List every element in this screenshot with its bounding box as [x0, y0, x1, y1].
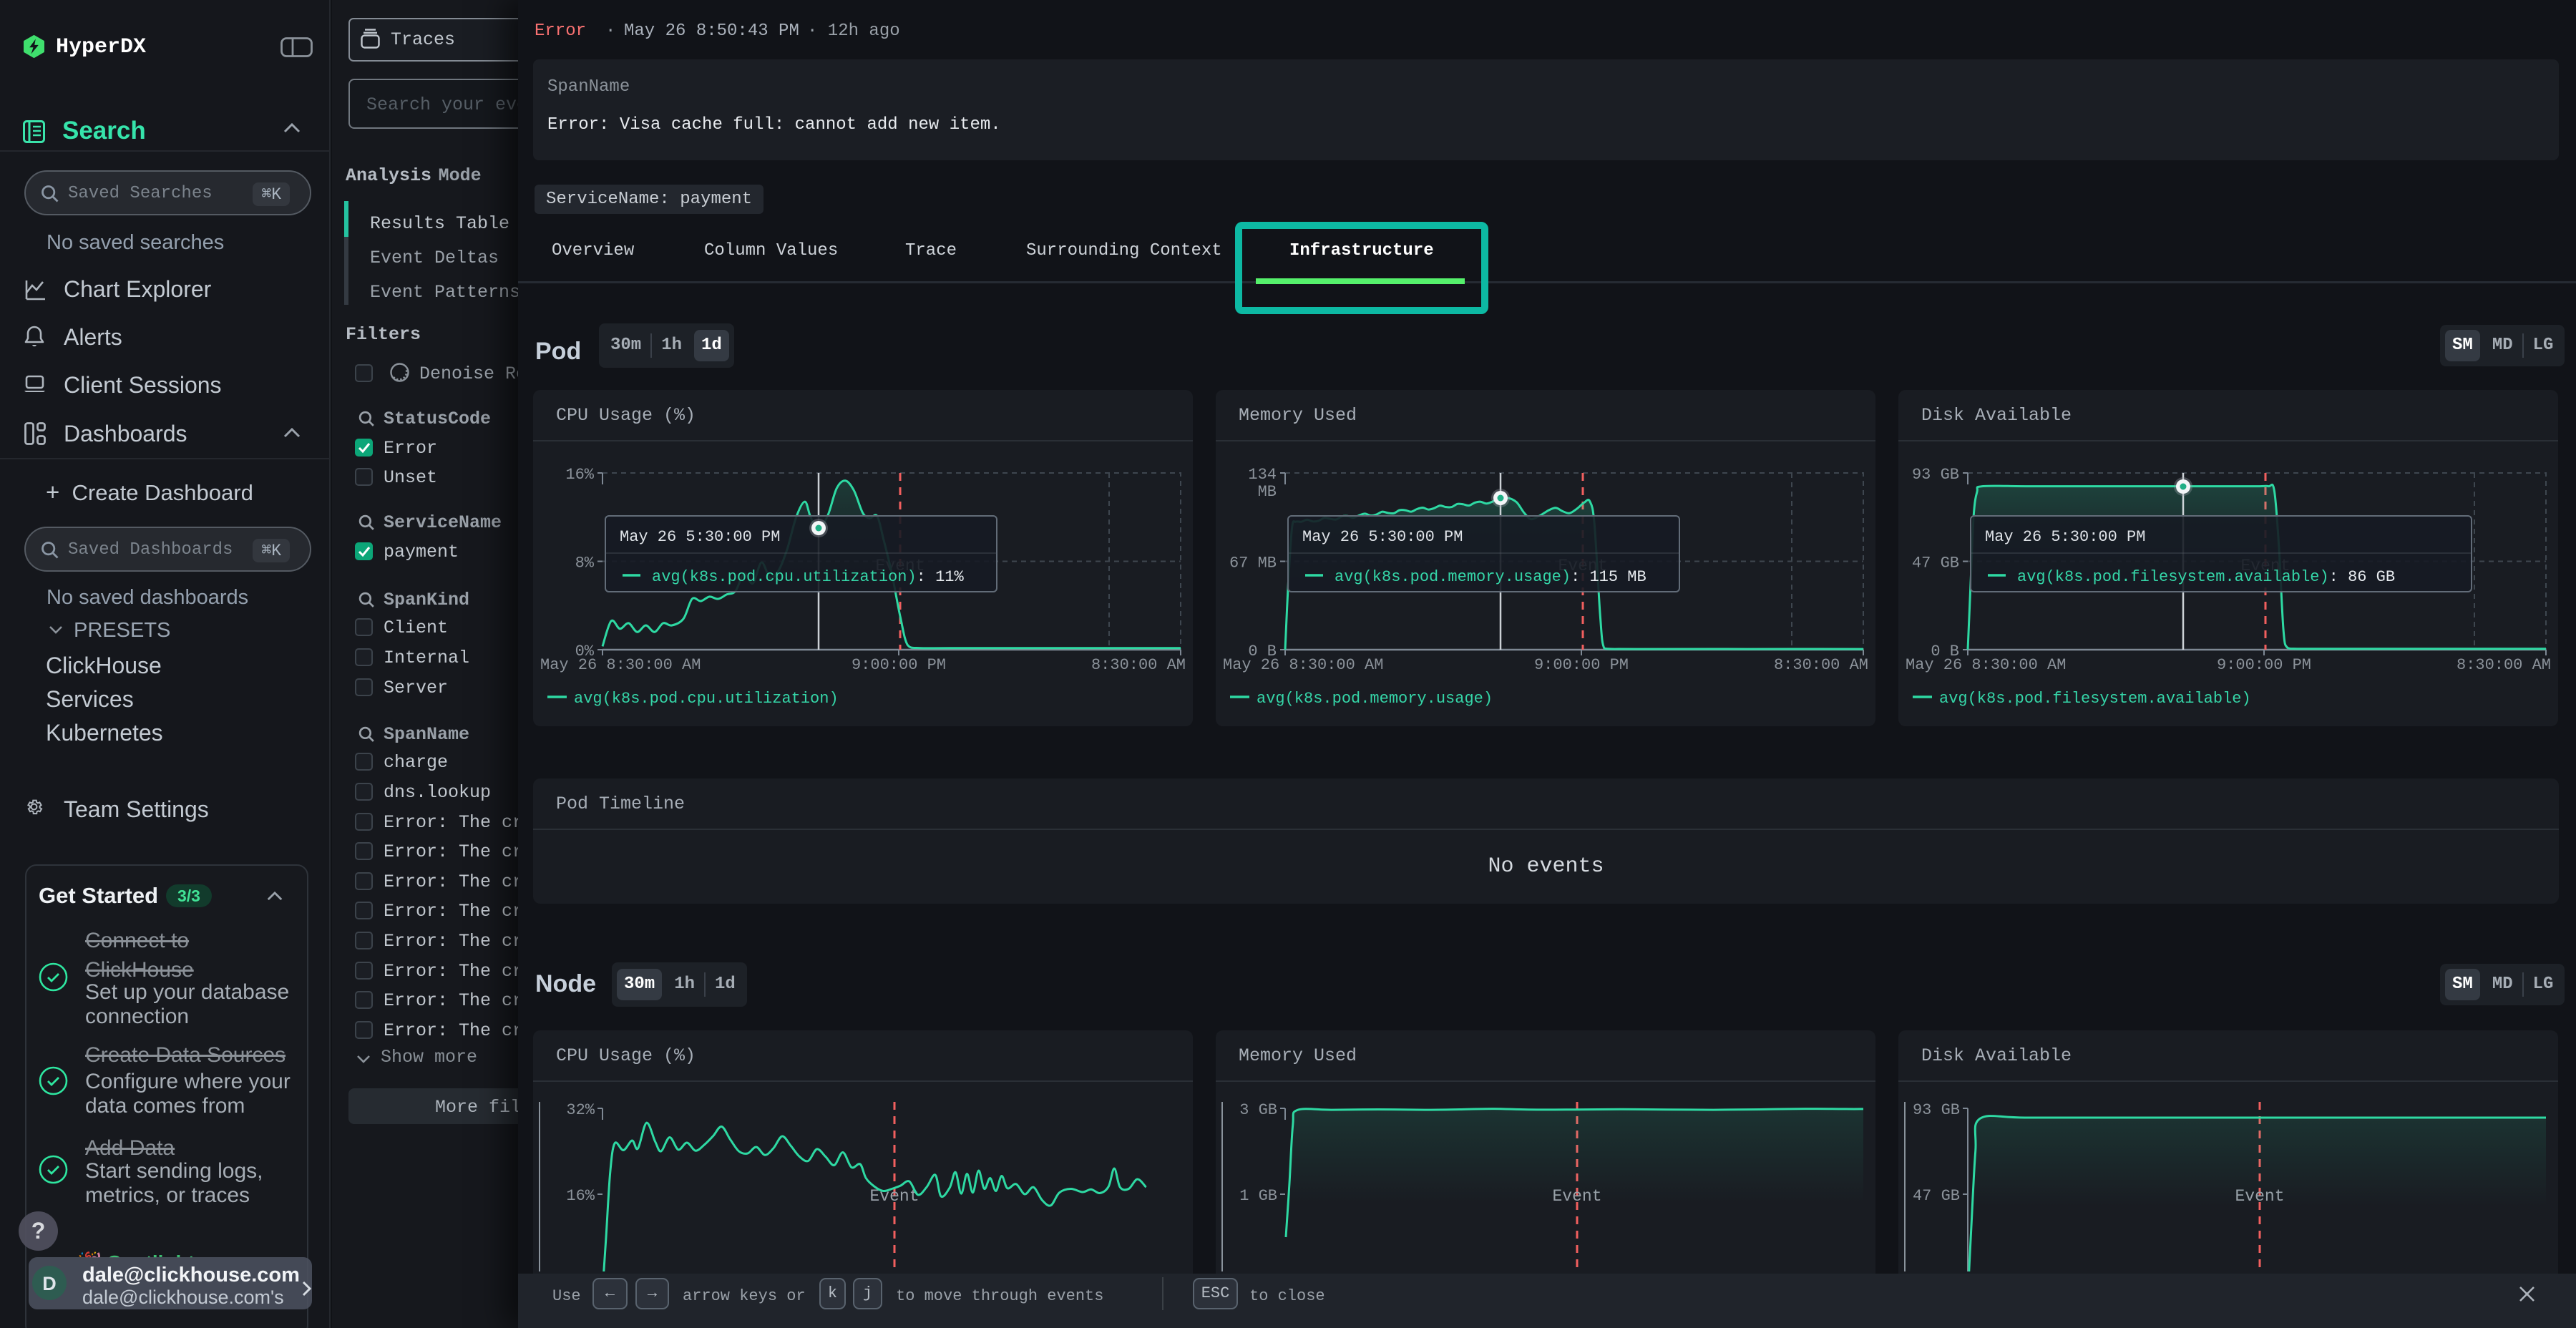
svg-text:8:30:00 AM: 8:30:00 AM [1091, 656, 1186, 674]
svg-text:avg(k8s.pod.filesystem.availab: avg(k8s.pod.filesystem.available): 86 GB [2017, 568, 2395, 586]
svg-text:93 GB: 93 GB [1913, 1101, 1960, 1119]
svg-text:9:00:00 PM: 9:00:00 PM [1534, 656, 1629, 674]
svg-text:8:30:00 AM: 8:30:00 AM [1774, 656, 1868, 674]
svg-text:avg(k8s.pod.cpu.utilization):: avg(k8s.pod.cpu.utilization): 11% [652, 568, 964, 586]
svg-text:9:00:00 PM: 9:00:00 PM [852, 656, 946, 674]
svg-text:Event: Event [869, 1187, 919, 1206]
svg-text:avg(k8s.pod.cpu.utilization): avg(k8s.pod.cpu.utilization) [574, 690, 839, 708]
svg-text:47 GB: 47 GB [1912, 555, 1959, 572]
svg-text:avg(k8s.pod.memory.usage): avg(k8s.pod.memory.usage) [1257, 690, 1493, 708]
svg-text:93 GB: 93 GB [1912, 466, 1959, 484]
svg-text:May 26 8:30:00 AM: May 26 8:30:00 AM [540, 656, 701, 674]
svg-text:3 GB: 3 GB [1239, 1101, 1277, 1119]
svg-text:May 26 5:30:00 PM: May 26 5:30:00 PM [620, 528, 780, 546]
svg-text:May 26 5:30:00 PM: May 26 5:30:00 PM [1302, 528, 1463, 546]
svg-text:67 MB: 67 MB [1229, 555, 1277, 572]
svg-text:16%: 16% [565, 466, 594, 484]
svg-text:8:30:00 AM: 8:30:00 AM [2457, 656, 2551, 674]
svg-text:avg(k8s.pod.memory.usage): 115: avg(k8s.pod.memory.usage): 115 MB [1335, 568, 1646, 586]
svg-text:134: 134 [1248, 466, 1277, 484]
svg-text:9:00:00 PM: 9:00:00 PM [2217, 656, 2311, 674]
svg-text:47 GB: 47 GB [1913, 1187, 1960, 1205]
svg-text:May 26 8:30:00 AM: May 26 8:30:00 AM [1223, 656, 1383, 674]
svg-text:16%: 16% [566, 1187, 595, 1205]
svg-text:1 GB: 1 GB [1239, 1187, 1277, 1205]
svg-text:MB: MB [1258, 483, 1277, 501]
svg-text:32%: 32% [566, 1101, 595, 1119]
svg-text:May 26 5:30:00 PM: May 26 5:30:00 PM [1985, 528, 2145, 546]
svg-text:avg(k8s.pod.filesystem.availab: avg(k8s.pod.filesystem.available) [1939, 690, 2251, 708]
svg-text:May 26 8:30:00 AM: May 26 8:30:00 AM [1906, 656, 2066, 674]
svg-text:8%: 8% [575, 555, 595, 572]
